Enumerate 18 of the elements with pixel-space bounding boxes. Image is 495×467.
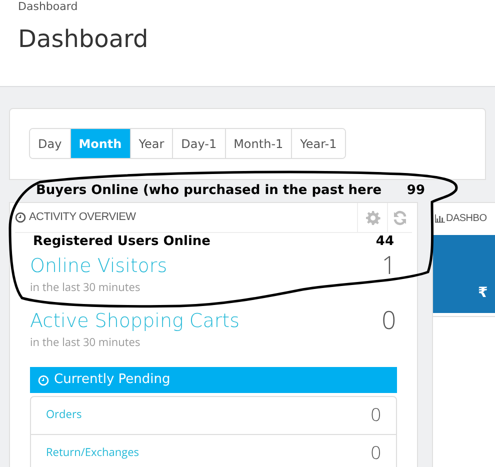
- currency-symbol: ₹: [478, 284, 488, 303]
- metric-value: 0: [382, 302, 396, 340]
- pending-title: Currently Pending: [54, 371, 170, 390]
- metric-caption: in the last 30 minutes: [30, 336, 140, 350]
- annotation-text: Buyers Online (who purchased in the past here: [36, 182, 382, 200]
- clock-icon: [38, 374, 49, 386]
- metric-caption: in the last 30 minutes: [30, 281, 140, 295]
- annotation-count: 99: [406, 182, 425, 200]
- pending-count: 0: [370, 402, 381, 429]
- card-title: ACTIVITY OVERVIEW: [29, 210, 136, 226]
- breadcrumb[interactable]: Dashboard: [18, 0, 78, 14]
- clock-icon: [15, 212, 26, 223]
- pending-count: 0: [370, 440, 381, 466]
- bar-chart-icon: [435, 214, 445, 222]
- period-tab[interactable]: Year-1: [291, 129, 345, 158]
- registered-users-label: Registered Users Online: [33, 233, 210, 252]
- card-title: DASHBO: [446, 212, 487, 226]
- page-title: Dashboard: [18, 24, 148, 54]
